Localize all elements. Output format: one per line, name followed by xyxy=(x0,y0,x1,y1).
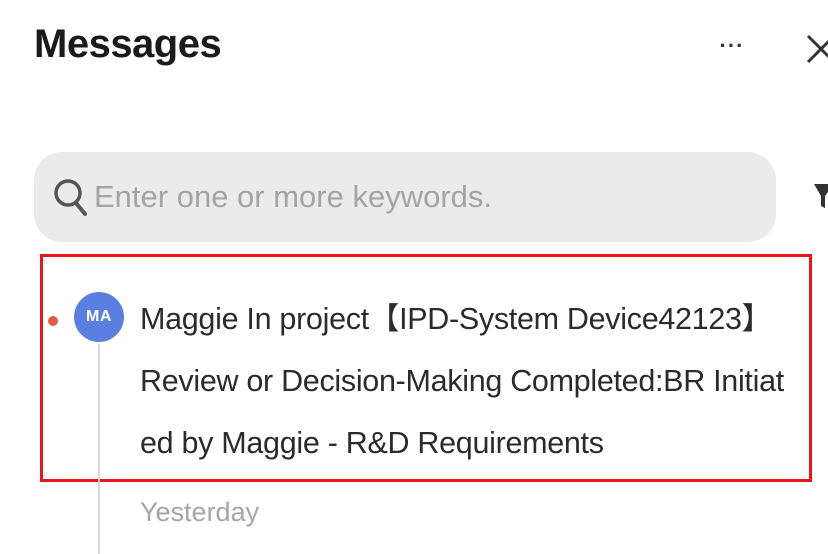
unread-indicator xyxy=(48,316,58,326)
search-input[interactable] xyxy=(94,179,734,215)
avatar: MA xyxy=(74,292,124,342)
message-timestamp: Yesterday xyxy=(140,497,260,527)
avatar-initials: MA xyxy=(86,308,112,325)
page-title: Messages xyxy=(34,22,222,66)
filter-icon[interactable] xyxy=(812,180,828,212)
more-options-button[interactable]: ··· xyxy=(712,28,752,64)
more-icon: ··· xyxy=(719,33,745,58)
message-text: Maggie In project【IPD-System Device42123… xyxy=(140,302,784,460)
search-icon xyxy=(54,179,87,216)
search-bar[interactable] xyxy=(34,152,776,242)
close-icon[interactable] xyxy=(804,28,828,68)
messages-panel: Messages ··· MA Maggie In project【IPD-Sy… xyxy=(0,0,828,554)
timeline-divider xyxy=(98,344,100,554)
